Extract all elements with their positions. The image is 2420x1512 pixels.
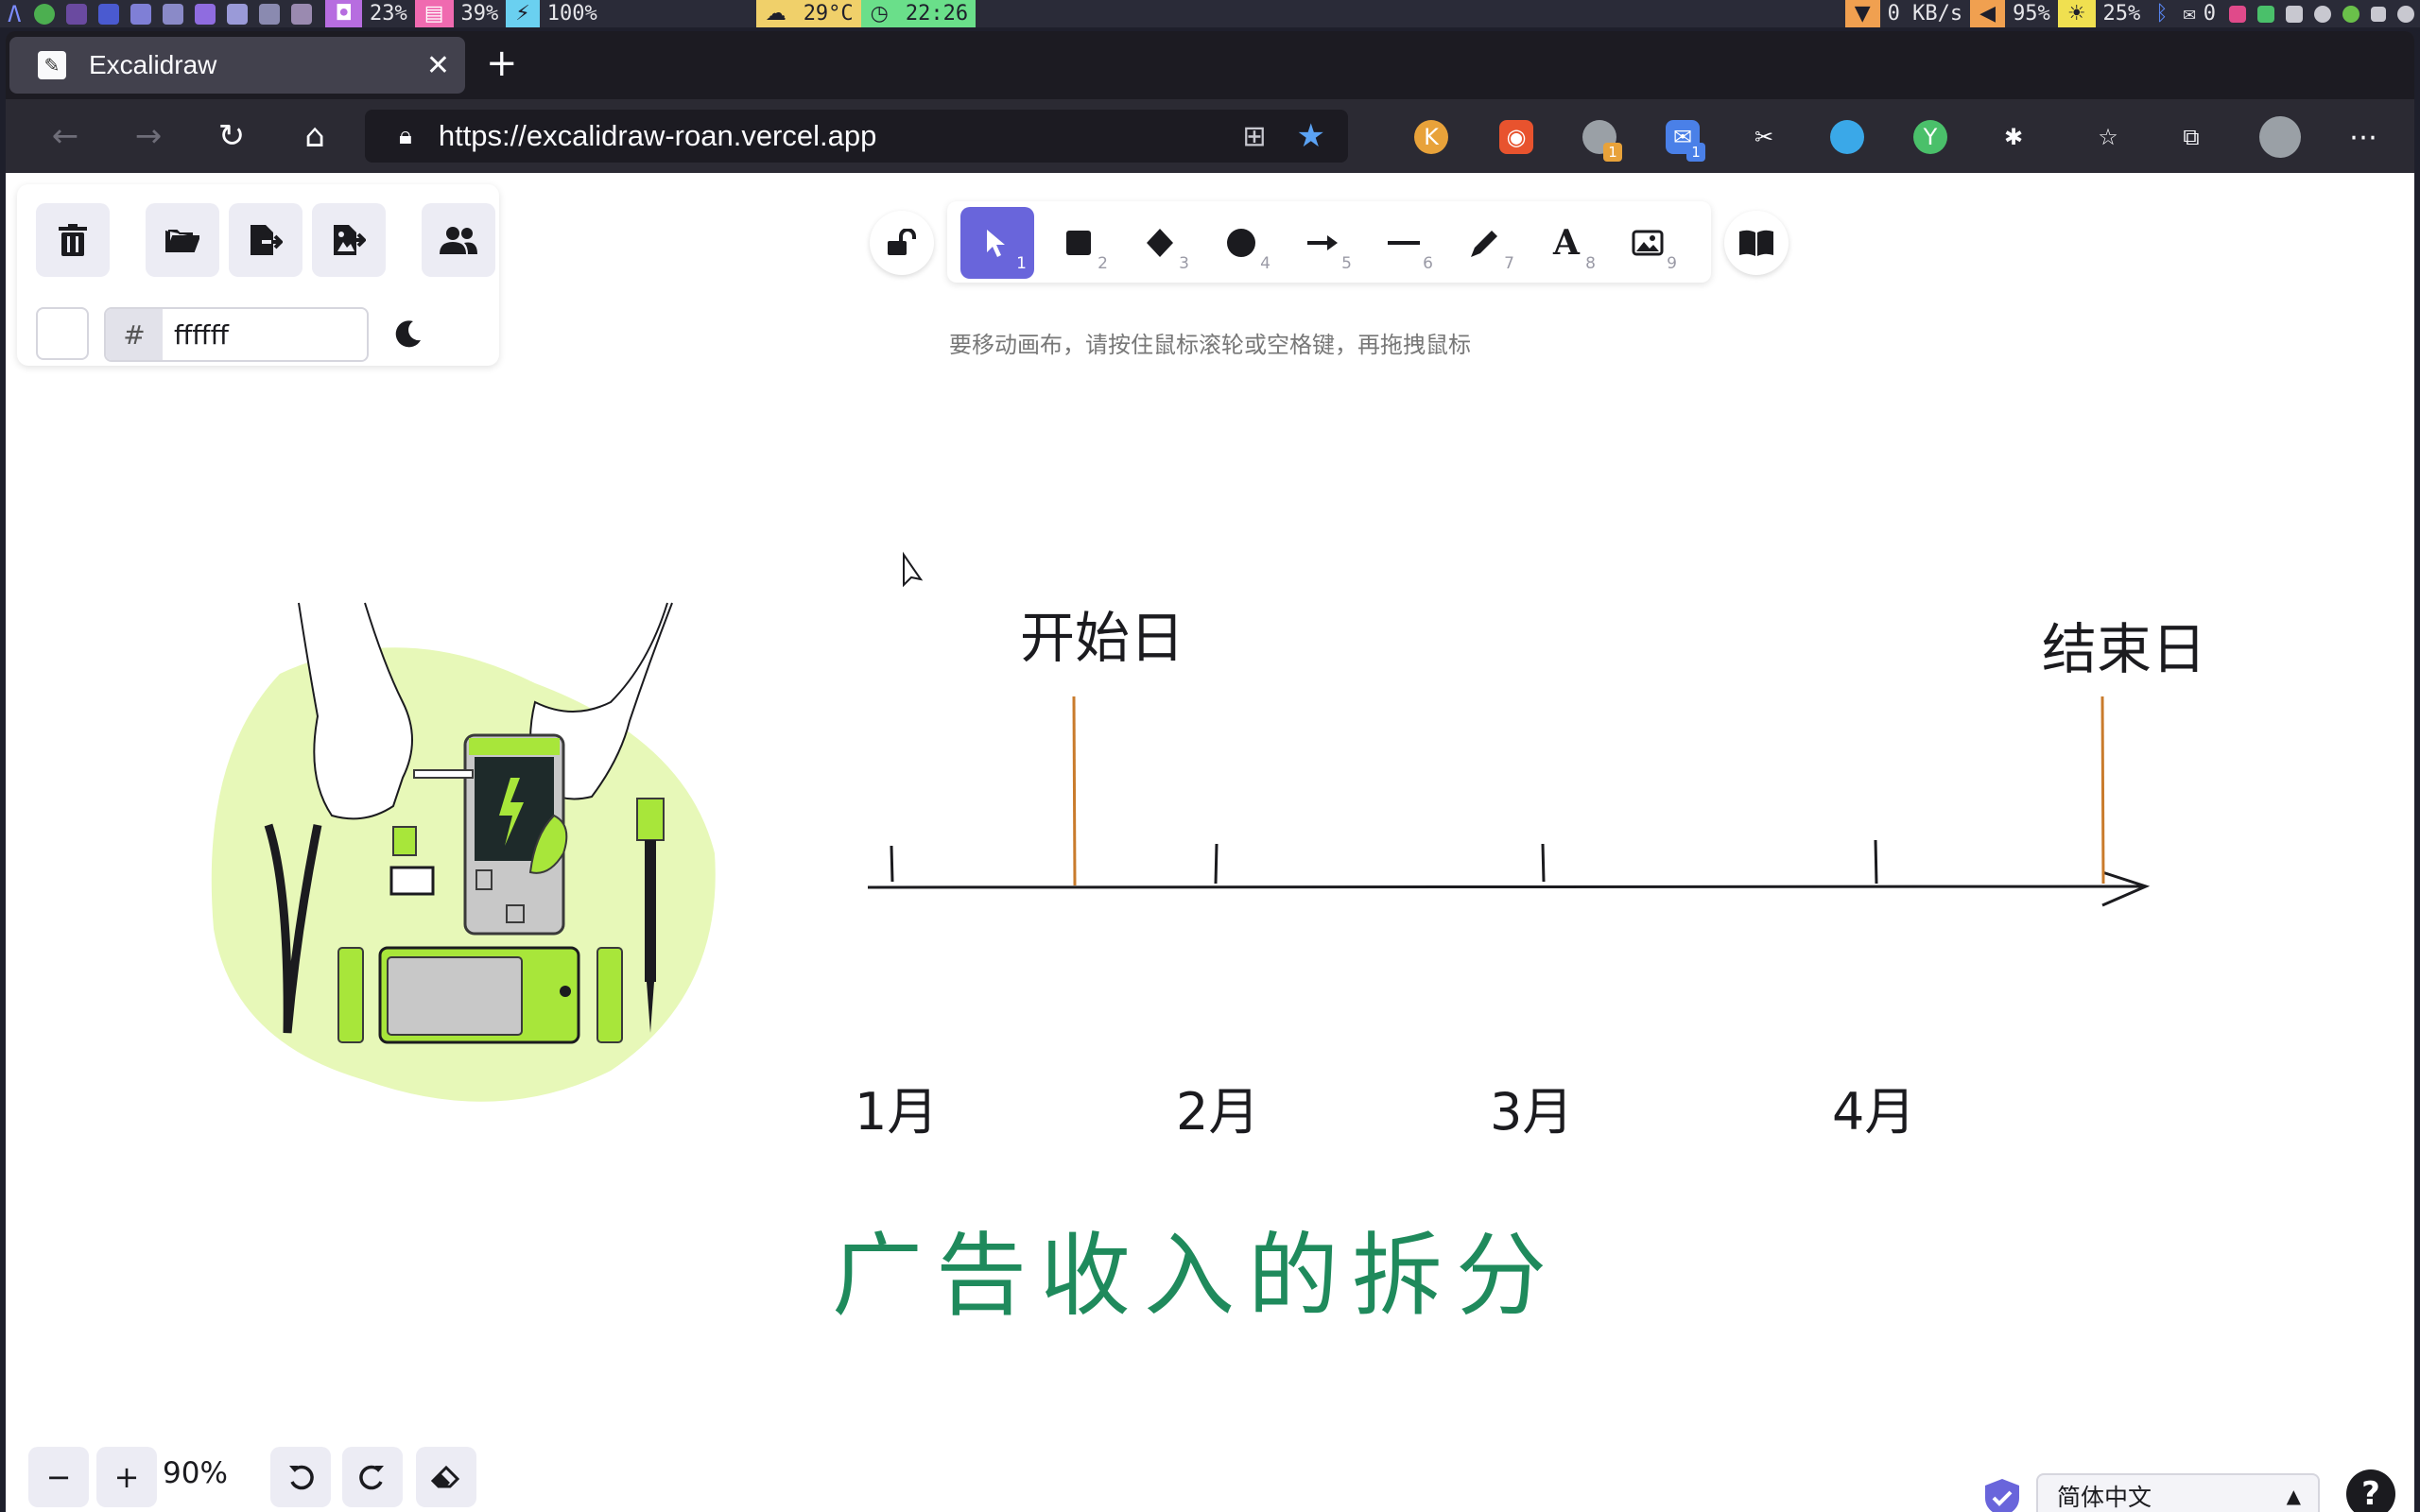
tab-excalidraw[interactable]: ✎ Excalidraw ✕ [9,37,465,94]
battery-level: 100% [546,2,597,26]
start-marker [1072,696,1077,886]
language-value: 简体中文 [2057,1484,2152,1511]
image-viewer-icon[interactable] [163,3,184,25]
eraser-icon [431,1465,460,1488]
drawing-layer: 开始日 结束日 1月 2月 3月 4月 广告收入的拆分 [211,551,2206,1329]
eraser-button[interactable] [416,1447,476,1507]
undo-icon [289,1465,314,1490]
bookmark-star-icon[interactable]: ★ [1297,117,1325,155]
clock-icon: ◷ [860,0,898,27]
collections-icon[interactable]: ⧉ [2174,120,2208,154]
system-status-bar: Λ ◘ 23% ▤ 39% ⚡ 100% ☁ 29°C ◷ 22:26 ▼ 0 … [0,0,2420,27]
volume-icon[interactable]: ◀ [1970,0,2006,27]
browser-window: ✎ Excalidraw ✕ + ← → ↻ ⌂ 🔒︎ https://exca… [6,31,2414,1512]
network-speed: 0 KB/s [1887,2,1963,26]
navigation-bar: ← → ↻ ⌂ 🔒︎ https://excalidraw-roan.verce… [6,99,2414,173]
video-icon[interactable] [195,3,216,25]
undo-button[interactable] [270,1447,331,1507]
timeline-arrowhead [2101,870,2151,907]
chrome-icon[interactable] [34,3,56,25]
mail-icon[interactable]: ✉ [2176,0,2204,27]
mouse-cursor-icon [903,551,924,588]
tick-1 [890,845,894,883]
reader-view-icon[interactable]: ⊞ [1242,120,1266,153]
wechat-icon[interactable] [227,3,249,25]
extension-mail-badge: 1 [1686,143,1705,162]
home-button[interactable]: ⌂ [293,114,337,158]
wifi-icon[interactable]: ▼ [1844,0,1880,27]
zoom-out-button[interactable]: − [28,1447,89,1507]
brightness-level: 25% [2102,2,2141,26]
tray-photo-icon[interactable] [2286,5,2303,23]
url-text[interactable]: https://excalidraw-roan.vercel.app [439,119,1243,153]
extension-proxy-badge: 1 [1603,143,1622,162]
volume-level: 95% [2013,2,2050,26]
memory-usage: 39% [460,2,499,26]
zoom-in-button[interactable]: + [96,1447,157,1507]
excel-icon[interactable] [66,3,88,25]
tray-ycloud-icon[interactable] [2342,5,2360,23]
extension-scissors-icon[interactable]: ✂ [1747,120,1781,154]
help-button[interactable]: ? [2346,1469,2395,1512]
back-button[interactable]: ← [43,114,87,158]
start-label: 开始日 [1020,606,1184,670]
month-2-label: 2月 [1176,1082,1259,1142]
tab-title: Excalidraw [89,50,217,79]
clock: 22:26 [897,0,977,27]
profile-avatar-icon[interactable] [2259,116,2301,158]
redo-icon [359,1465,384,1490]
address-bar[interactable]: 🔒︎ https://excalidraw-roan.vercel.app ⊞ … [365,110,1348,163]
database-icon[interactable] [130,3,152,25]
month-4-label: 4月 [1832,1082,1915,1142]
extension-kami-icon[interactable]: K [1414,120,1448,154]
temperature: 29°C [795,0,861,27]
month-3-label: 3月 [1490,1082,1573,1142]
extensions-puzzle-icon[interactable]: ✱ [1996,120,2031,154]
end-marker [2100,696,2105,885]
word-icon[interactable] [98,3,120,25]
month-1-label: 1月 [855,1082,938,1142]
language-select[interactable]: 简体中文 ▲ [2036,1473,2320,1512]
timeline-axis [867,885,2145,889]
flask-icon[interactable] [259,3,281,25]
launcher-icon[interactable]: Λ [0,0,28,27]
tray-settings-icon[interactable] [2397,5,2414,23]
tick-3 [1541,843,1546,883]
end-label: 结束日 [2042,617,2206,681]
timeline-diagram[interactable]: 开始日 结束日 1月 2月 3月 4月 [855,606,2206,1142]
forward-button[interactable]: → [127,114,170,158]
canvas-title-text[interactable]: 广告收入的拆分 [832,1223,1560,1329]
reload-button[interactable]: ↻ [210,114,253,158]
extension-rss-icon[interactable]: ◉ [1499,120,1533,154]
weather-icon: ☁ [755,0,796,27]
mail-count: 0 [2203,2,2216,26]
zoom-level[interactable]: 90% [163,1456,228,1490]
menu-more-icon[interactable]: ⋯ [2346,120,2380,154]
bluetooth-icon[interactable]: ᛒ [2148,0,2175,27]
caret-up-icon: ▲ [2286,1485,2301,1507]
extension-ycloud-icon[interactable]: Y [1913,120,1947,154]
privacy-shield-icon[interactable] [1981,1477,2023,1512]
tick-2 [1214,843,1219,885]
lab-icon[interactable] [291,3,313,25]
tray-sync-icon[interactable] [2314,5,2331,23]
tray-wechat-icon[interactable] [2257,5,2274,23]
favorites-icon[interactable]: ☆ [2091,120,2125,154]
redo-button[interactable] [342,1447,403,1507]
new-tab-button[interactable]: + [486,44,518,82]
phone-repair-illustration[interactable] [211,602,716,1102]
excalidraw-favicon-icon: ✎ [38,51,66,79]
tray-app-icon[interactable] [2229,5,2246,23]
close-tab-icon[interactable]: ✕ [426,49,450,82]
battery-icon: ⚡ [506,0,540,27]
cpu-usage: 23% [369,2,407,26]
brightness-icon[interactable]: ☀ [2057,0,2096,27]
lock-icon[interactable]: 🔒︎ [399,122,412,151]
excalidraw-canvas[interactable]: # 1 2 3 4 [6,173,2414,1512]
extension-palette-icon[interactable] [1830,120,1864,154]
tray-wifi-icon[interactable] [2371,6,2386,22]
memory-icon: ▤ [414,0,454,27]
cpu-chip-icon: ◘ [325,0,362,27]
tab-strip: ✎ Excalidraw ✕ + [6,31,2414,99]
